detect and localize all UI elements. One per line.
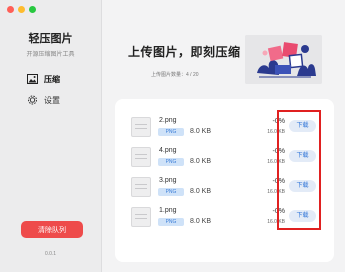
file-size: 8.0 KB (190, 188, 212, 195)
compression-ratio: -0% (272, 208, 285, 215)
output-size: 16.0 KB (267, 189, 285, 195)
nav-item-settings[interactable]: 设置 (27, 94, 60, 106)
output-size: 16.0 KB (267, 159, 285, 165)
maximize-window-button[interactable] (29, 6, 36, 13)
download-button[interactable]: 下载 (289, 210, 316, 222)
file-size: 8.0 KB (190, 218, 212, 225)
image-icon (27, 74, 38, 84)
file-thumbnail (131, 117, 151, 137)
format-badge: PNG (158, 218, 184, 226)
clear-queue-button[interactable]: 清除队列 (21, 221, 83, 238)
download-button[interactable]: 下载 (289, 150, 316, 162)
app-subtitle: 开源压缩图片工具 (26, 52, 75, 58)
list-item: 1.png PNG 8.0 KB -0% 16.0 KB 下载 (115, 201, 334, 231)
nav-item-label: 设置 (44, 95, 60, 105)
list-item: 2.png PNG 8.0 KB -0% 16.0 KB 下载 (115, 111, 334, 141)
list-item: 3.png PNG 8.0 KB -0% 16.0 KB 下载 (115, 171, 334, 201)
main-panel: 上传图片，即刻压缩 上传图片数量：4 / 20 2.png PNG 8.0 KB… (102, 0, 345, 272)
format-badge: PNG (158, 188, 184, 196)
file-thumbnail (131, 147, 151, 167)
compression-ratio: -0% (272, 118, 285, 125)
file-name: 3.png (159, 177, 177, 184)
minimize-window-button[interactable] (18, 6, 25, 13)
format-badge: PNG (158, 158, 184, 166)
nav-item-compress[interactable]: 压缩 (27, 73, 60, 85)
upload-count: 上传图片数量：4 / 20 (151, 72, 199, 78)
file-thumbnail (131, 177, 151, 197)
app-title: 轻压图片 (28, 33, 73, 45)
list-item: 4.png PNG 8.0 KB -0% 16.0 KB 下载 (115, 141, 334, 171)
hero-title: 上传图片，即刻压缩 (128, 45, 241, 59)
download-button[interactable]: 下载 (289, 120, 316, 132)
file-thumbnail (131, 207, 151, 227)
format-badge: PNG (158, 128, 184, 136)
file-size: 8.0 KB (190, 128, 212, 135)
hero-illustration (245, 35, 322, 84)
compression-ratio: -0% (272, 178, 285, 185)
download-button[interactable]: 下载 (289, 180, 316, 192)
version-label: 0.0.1 (44, 251, 57, 257)
nav-item-label: 压缩 (44, 74, 60, 84)
window-controls (7, 6, 36, 13)
compression-ratio: -0% (272, 148, 285, 155)
app-window: 轻压图片 开源压缩图片工具 压缩 设置 清除队列 0.0.1 上传图片，即刻压缩… (0, 0, 345, 272)
output-size: 16.0 KB (267, 129, 285, 135)
file-name: 2.png (159, 117, 177, 124)
output-size: 16.0 KB (267, 219, 285, 225)
close-window-button[interactable] (7, 6, 14, 13)
file-size: 8.0 KB (190, 158, 212, 165)
sidebar: 轻压图片 开源压缩图片工具 压缩 设置 清除队列 0.0.1 (0, 0, 102, 272)
gear-icon (27, 95, 38, 105)
file-name: 1.png (159, 207, 177, 214)
file-name: 4.png (159, 147, 177, 154)
file-list: 2.png PNG 8.0 KB -0% 16.0 KB 下载 4.png PN… (115, 99, 334, 262)
